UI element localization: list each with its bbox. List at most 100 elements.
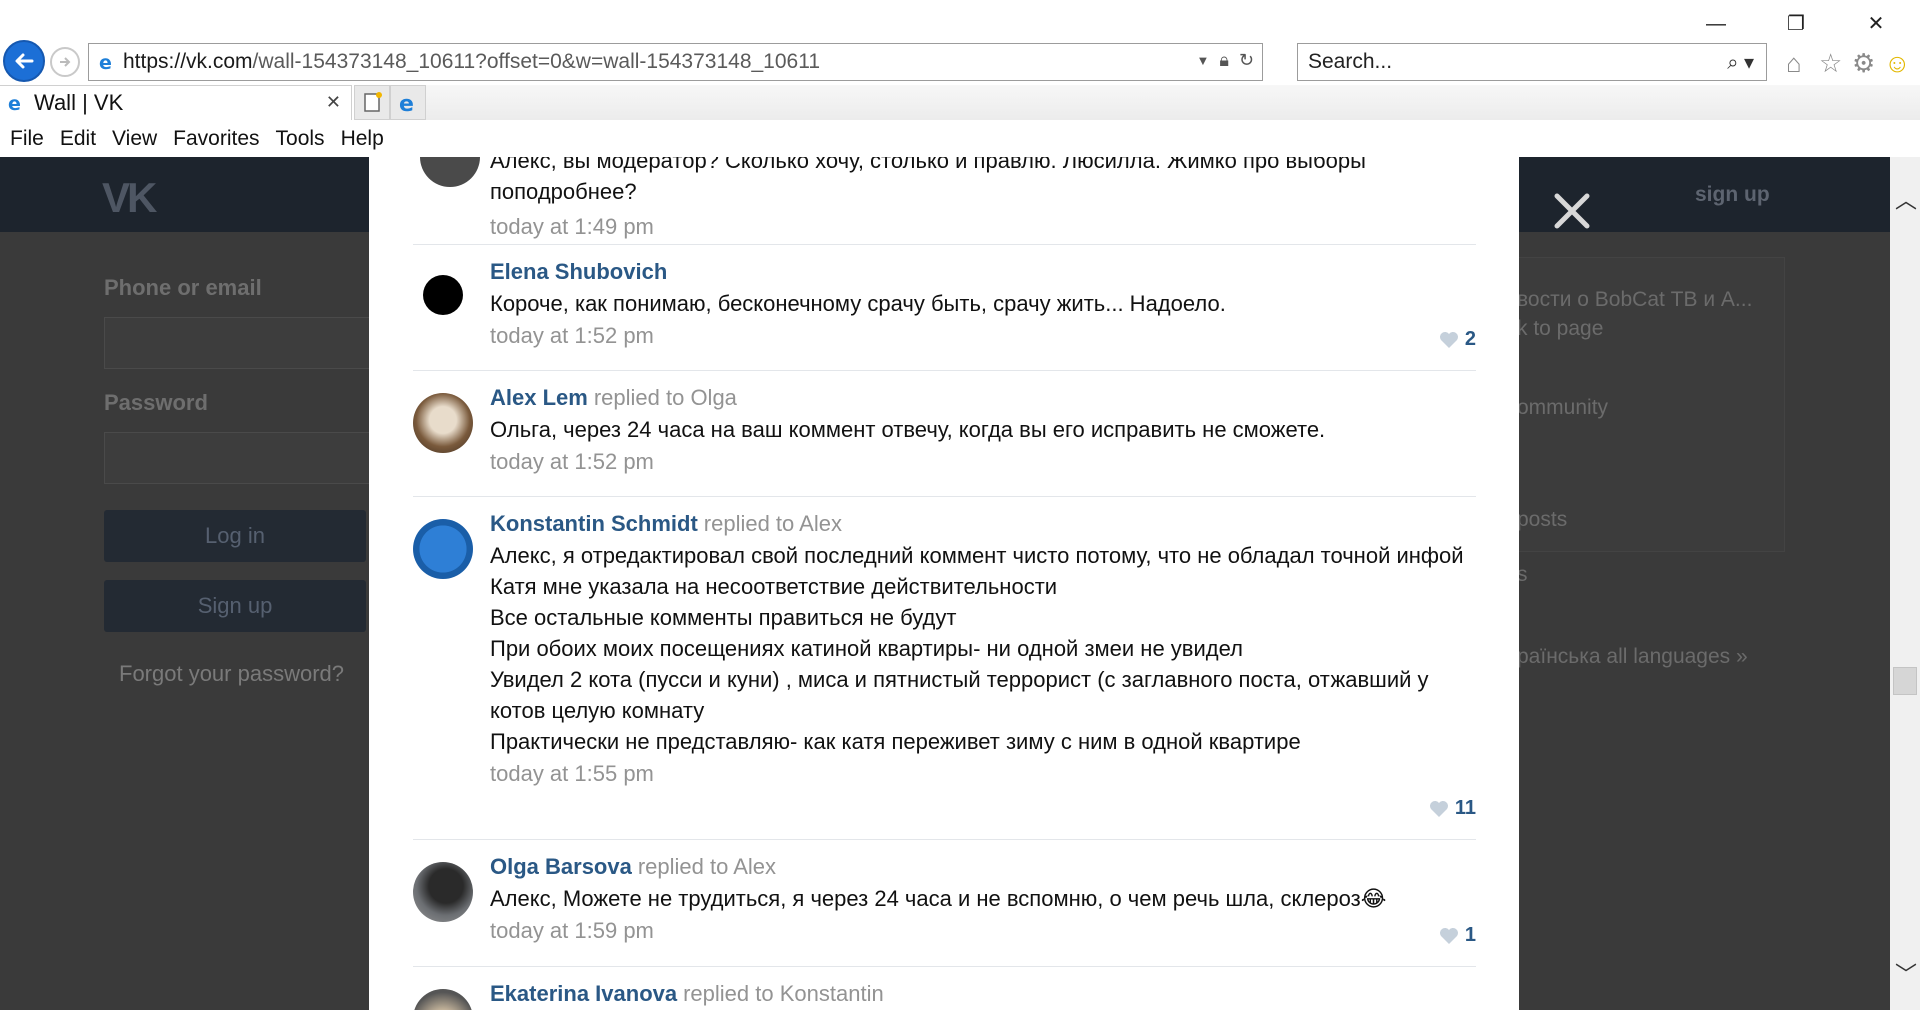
comment-text: Катя мне указала на несоответствие дейст… [490, 574, 1058, 599]
comment-time[interactable]: today at 1:55 pm [490, 761, 1470, 787]
comment-author[interactable]: Konstantin Schmidt [490, 511, 698, 536]
search-input[interactable] [1306, 47, 1686, 77]
password-input[interactable] [104, 432, 370, 484]
comment-text: Алекс, я отредактировал свой последний к… [490, 543, 1464, 568]
like-count: 1 [1464, 924, 1476, 946]
menu-bar: File Edit View Favorites Tools Help [0, 120, 1920, 157]
scroll-up-icon[interactable]: ︿ [1895, 183, 1917, 215]
forgot-password-link[interactable]: Forgot your password? [119, 661, 344, 687]
close-window-icon[interactable]: ✕ [1856, 12, 1896, 36]
right-community-title[interactable]: вости о BobCat ТВ и А... [1517, 288, 1752, 312]
scroll-down-icon[interactable]: ﹀ [1895, 957, 1917, 989]
avatar[interactable] [413, 519, 473, 579]
comment-header: Elena Shubovich [490, 259, 1470, 285]
comment-header: Alex Lem replied to Olga [490, 385, 1470, 411]
phone-label: Phone or email [104, 275, 262, 300]
ie-tab-button[interactable]: e [390, 85, 426, 120]
avatar[interactable] [420, 157, 480, 187]
comment: Alex Lem replied to Olga Ольга, через 24 ч… [413, 371, 1476, 497]
comment-author[interactable]: Elena Shubovich [490, 259, 667, 284]
svg-text:e: e [399, 92, 414, 117]
new-tab-button[interactable] [354, 85, 390, 120]
address-text[interactable]: https://vk.com/wall-154373148_10611?offs… [123, 50, 820, 74]
svg-text:e: e [8, 93, 21, 113]
smiley-feedback-icon[interactable]: ☺ [1884, 48, 1911, 79]
comment-header: Konstantin Schmidt replied to Alex [490, 511, 1470, 537]
back-button[interactable] [3, 40, 45, 82]
home-icon[interactable]: ⌂ [1786, 48, 1802, 79]
phone-input[interactable] [104, 317, 370, 369]
replied-to[interactable]: replied to Alex [704, 511, 842, 536]
tab-close-icon[interactable]: ✕ [326, 92, 341, 113]
like-count: 2 [1464, 328, 1476, 350]
tab-wall-vk[interactable]: e Wall | VK ✕ [0, 85, 352, 120]
menu-file[interactable]: File [10, 127, 44, 151]
comment: Ekaterina Ivanova replied to Konstantin [413, 967, 1476, 1010]
lock-icon[interactable]: 🔒︎ [1219, 50, 1229, 71]
search-icon[interactable]: ⌕ ▾ [1727, 50, 1754, 75]
web-page: VK sign up Phone or email Password Log i… [0, 157, 1890, 1010]
comment-time[interactable]: today at 1:59 pm [490, 918, 1470, 944]
settings-gear-icon[interactable]: ⚙ [1852, 48, 1875, 79]
comment-author[interactable]: Alex Lem [490, 385, 588, 410]
comment-body: Ekaterina Ivanova replied to Konstantin [490, 981, 1470, 1007]
previous-comment-time[interactable]: today at 1:49 pm [490, 211, 1470, 242]
right-back-link[interactable]: k to page [1517, 317, 1603, 341]
minimize-icon[interactable]: — [1696, 12, 1736, 36]
menu-view[interactable]: View [112, 127, 157, 151]
menu-tools[interactable]: Tools [276, 127, 325, 151]
dropdown-icon[interactable]: ▼ [1196, 53, 1209, 68]
signup-button[interactable]: Sign up [104, 580, 366, 632]
previous-comment: Алекс, вы модератор? Сколько хочу, столь… [490, 157, 1470, 242]
heart-icon [1439, 331, 1458, 348]
search-box[interactable]: ⌕ ▾ [1297, 43, 1767, 81]
forward-button[interactable] [50, 47, 80, 77]
comment: Konstantin Schmidt replied to Alex Алекс, … [413, 497, 1476, 840]
post-modal: Алекс, вы модератор? Сколько хочу, столь… [369, 157, 1519, 1010]
favorites-star-icon[interactable]: ☆ [1819, 48, 1842, 79]
header-signup-link[interactable]: sign up [1695, 183, 1770, 207]
vk-logo-icon[interactable]: VK [102, 174, 157, 222]
comment-time[interactable]: today at 1:52 pm [490, 323, 1470, 349]
comment-header: Ekaterina Ivanova replied to Konstantin [490, 981, 1470, 1007]
avatar[interactable] [413, 862, 473, 922]
tab-strip [426, 85, 1920, 120]
heart-icon [1429, 800, 1448, 817]
forward-arrow-icon [60, 57, 71, 67]
like-button[interactable]: 1 [1439, 924, 1476, 947]
comment-text: Короче, как понимаю, бесконечному срачу … [490, 291, 1226, 316]
comment-text: Практически не представляю- как катя пер… [490, 729, 1301, 754]
menu-help[interactable]: Help [341, 127, 384, 151]
comment: Elena Shubovich Короче, как понимаю, беск… [413, 245, 1476, 371]
menu-edit[interactable]: Edit [60, 127, 96, 151]
address-bar[interactable]: e https://vk.com/wall-154373148_10611?of… [88, 43, 1263, 81]
comment-text: Алекс, Можете не трудиться, я через 24 ч… [490, 886, 1387, 911]
comment-author[interactable]: Ekaterina Ivanova [490, 981, 677, 1006]
login-button[interactable]: Log in [104, 510, 366, 562]
restore-icon[interactable]: ❐ [1776, 12, 1816, 36]
replied-to[interactable]: replied to Alex [638, 854, 776, 879]
browser-chrome: — ❐ ✕ e https://vk.com/wall-154373148_10… [0, 0, 1920, 157]
tab-title: Wall | VK [34, 90, 124, 115]
scroll-thumb[interactable] [1893, 667, 1917, 695]
comment-time[interactable]: today at 1:52 pm [490, 449, 1470, 475]
right-community-link[interactable]: ommunity [1517, 396, 1608, 420]
avatar[interactable] [423, 275, 463, 315]
address-tools: ▼ 🔒︎ ↻ [1196, 50, 1254, 71]
avatar[interactable] [413, 393, 473, 453]
language-links[interactable]: раїнська all languages » [1517, 645, 1748, 669]
close-modal-icon[interactable] [1548, 187, 1596, 235]
like-button[interactable]: 2 [1439, 328, 1476, 351]
comment: Olga Barsova replied to Alex Алекс, Можете… [413, 840, 1476, 967]
avatar[interactable] [413, 989, 473, 1010]
menu-favorites[interactable]: Favorites [173, 127, 259, 151]
replied-to[interactable]: replied to Olga [594, 385, 737, 410]
right-posts-link[interactable]: posts [1517, 508, 1567, 532]
comment-text: Ольга, через 24 часа на ваш коммент отве… [490, 417, 1326, 442]
refresh-icon[interactable]: ↻ [1239, 50, 1254, 71]
page-scrollbar[interactable]: ︿ ﹀ [1890, 157, 1920, 1010]
comment-author[interactable]: Olga Barsova [490, 854, 632, 879]
comment-body: Konstantin Schmidt replied to Alex Алекс, … [490, 511, 1470, 787]
like-button[interactable]: 11 [1429, 797, 1476, 820]
replied-to[interactable]: replied to Konstantin [683, 981, 884, 1006]
